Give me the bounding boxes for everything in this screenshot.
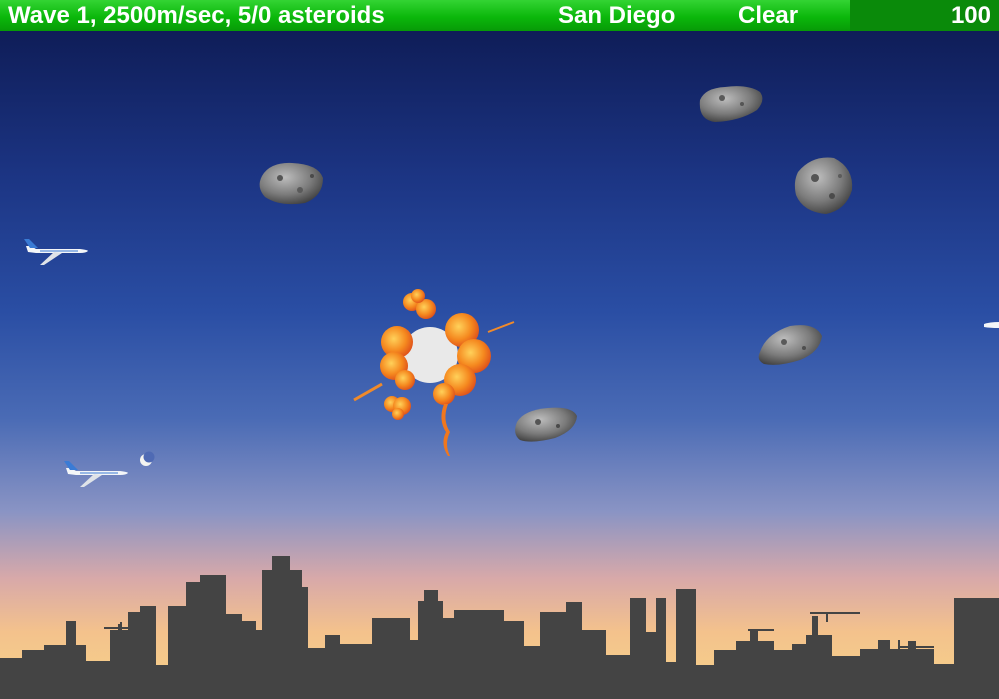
clear-button[interactable]: Clear — [738, 0, 798, 31]
asteroid[interactable] — [259, 162, 323, 205]
airplane — [64, 461, 128, 487]
airplane — [984, 322, 999, 328]
asteroid[interactable] — [794, 157, 853, 214]
airplane — [24, 239, 88, 265]
asteroid[interactable] — [699, 86, 763, 122]
city-skyline — [0, 556, 999, 699]
city-name: San Diego — [558, 2, 676, 29]
moon-icon — [140, 451, 155, 466]
score-value: 100 — [950, 2, 991, 29]
status-bar: Wave 1, 2500m/sec, 5/0 asteroids San Die… — [0, 0, 999, 31]
asteroid[interactable] — [515, 407, 577, 442]
game-canvas[interactable] — [0, 0, 999, 699]
wave-status-text: Wave 1, 2500m/sec, 5/0 asteroids — [8, 2, 385, 29]
asteroid[interactable] — [758, 325, 822, 365]
explosion — [353, 289, 515, 456]
